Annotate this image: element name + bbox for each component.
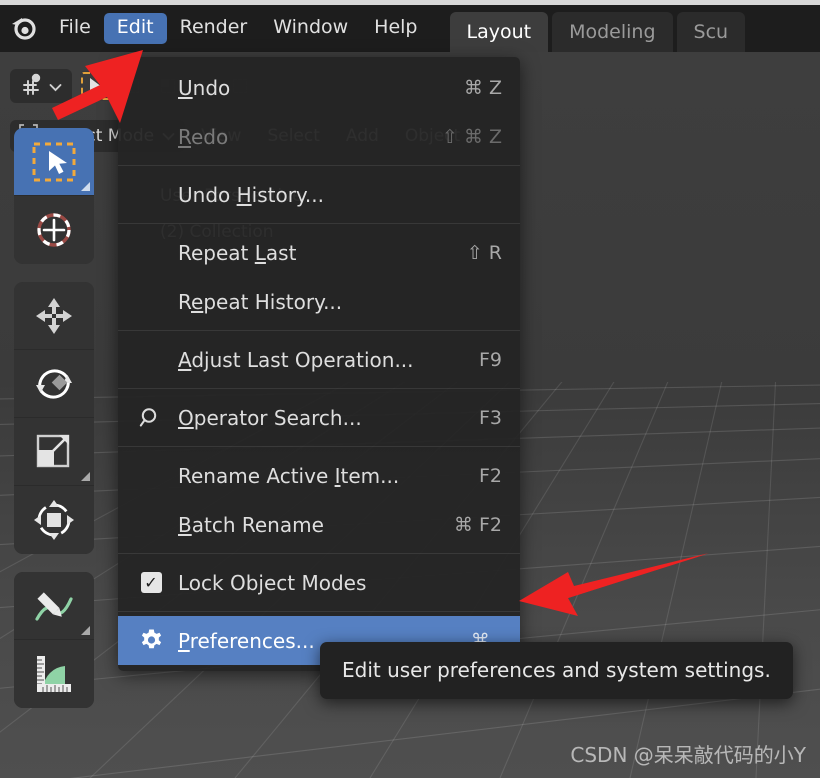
tool-tweak-select-box[interactable]: [14, 128, 94, 196]
menu-item-operator-search[interactable]: Operator Search... F3: [118, 393, 520, 442]
menu-item-shortcut: F2: [478, 464, 502, 487]
tool-group-select: [14, 128, 94, 264]
menu-item-lock-object-modes[interactable]: ✓ Lock Object Modes: [118, 558, 520, 607]
gear-icon: [138, 628, 164, 653]
top-menu-bar: File Edit Render Window Help Layout Mode…: [0, 5, 820, 52]
menu-item-label: Preferences...: [178, 628, 315, 653]
menu-item-shortcut: F9: [478, 348, 502, 371]
menu-item-shortcut: ⇧ ⌘ Z: [441, 125, 502, 148]
menu-file[interactable]: File: [46, 13, 104, 44]
menu-item-label: Adjust Last Operation...: [178, 347, 414, 372]
menu-item-label: Repeat History...: [178, 289, 343, 314]
tool-scale[interactable]: [14, 418, 94, 486]
menu-item-undo[interactable]: Undo ⌘ Z: [118, 63, 520, 112]
menu-separator: [118, 553, 520, 554]
menu-item-redo[interactable]: Redo ⇧ ⌘ Z: [118, 112, 520, 161]
menu-item-label: Lock Object Modes: [178, 570, 367, 595]
blender-logo-icon[interactable]: [0, 5, 46, 52]
menu-item-shortcut: ⇧ R: [466, 241, 502, 264]
menu-render[interactable]: Render: [167, 13, 261, 44]
menu-item-repeat-last[interactable]: Repeat Last ⇧ R: [118, 228, 520, 277]
tool-cursor[interactable]: [14, 196, 94, 264]
search-icon: [138, 406, 164, 430]
editor-type-selector[interactable]: [10, 69, 72, 103]
menu-item-label: Undo: [178, 75, 231, 100]
menu-item-shortcut: ⌘ Z: [463, 76, 502, 99]
tool-move[interactable]: [14, 282, 94, 350]
menu-item-label: Repeat Last: [178, 240, 297, 265]
menu-item-label: Batch Rename: [178, 512, 324, 537]
blender-window: Object Mode View Select Add Object User …: [0, 0, 820, 778]
tool-transform[interactable]: [14, 486, 94, 554]
tool-annotate[interactable]: [14, 572, 94, 640]
select-mode-tweak-icon[interactable]: [80, 71, 112, 101]
menu-item-shortcut: F3: [478, 406, 502, 429]
menu-item-label: Operator Search...: [178, 405, 362, 430]
preferences-tooltip: Edit user preferences and system setting…: [320, 642, 793, 699]
workspace-tabs: Layout Modeling Scu: [449, 5, 750, 52]
viewport-toolbar: [14, 128, 94, 708]
tool-submenu-corner-icon: [81, 182, 90, 191]
tool-submenu-corner-icon: [81, 626, 90, 635]
menu-item-repeat-history[interactable]: Repeat History...: [118, 277, 520, 326]
menu-window[interactable]: Window: [260, 13, 361, 44]
tool-group-transform: [14, 282, 94, 554]
menu-help[interactable]: Help: [361, 13, 430, 44]
menu-separator: [118, 330, 520, 331]
workspace-tab-sculpting[interactable]: Scu: [676, 12, 746, 52]
menu-item-label: Rename Active Item...: [178, 463, 400, 488]
tool-group-annotate: [14, 572, 94, 708]
menu-separator: [118, 611, 520, 612]
tool-submenu-corner-icon: [81, 472, 90, 481]
menu-edit[interactable]: Edit: [103, 13, 167, 44]
tool-rotate[interactable]: [14, 350, 94, 418]
menu-separator: [118, 165, 520, 166]
workspace-tab-modeling[interactable]: Modeling: [552, 12, 673, 52]
menu-item-batch-rename[interactable]: Batch Rename ⌘ F2: [118, 500, 520, 549]
editor-type-3d-viewport-icon: [20, 72, 46, 100]
workspace-tab-layout[interactable]: Layout: [449, 12, 549, 52]
menu-separator: [118, 223, 520, 224]
chevron-down-icon: [49, 77, 62, 96]
menu-item-label: Redo: [178, 124, 229, 149]
checkbox-checked-icon: ✓: [138, 572, 164, 593]
tool-measure[interactable]: [14, 640, 94, 708]
menu-separator: [118, 388, 520, 389]
menu-item-shortcut: ⌘ F2: [453, 513, 502, 536]
csdn-watermark: CSDN @呆呆敲代码的小Y: [570, 743, 806, 767]
menu-item-label: Undo History...: [178, 182, 324, 207]
menu-item-rename-active-item[interactable]: Rename Active Item... F2: [118, 451, 520, 500]
menu-separator: [118, 446, 520, 447]
menu-item-adjust-last-operation[interactable]: Adjust Last Operation... F9: [118, 335, 520, 384]
menu-item-undo-history[interactable]: Undo History...: [118, 170, 520, 219]
edit-menu-dropdown: Undo ⌘ Z Redo ⇧ ⌘ Z Undo History... Repeat La…: [118, 57, 520, 671]
